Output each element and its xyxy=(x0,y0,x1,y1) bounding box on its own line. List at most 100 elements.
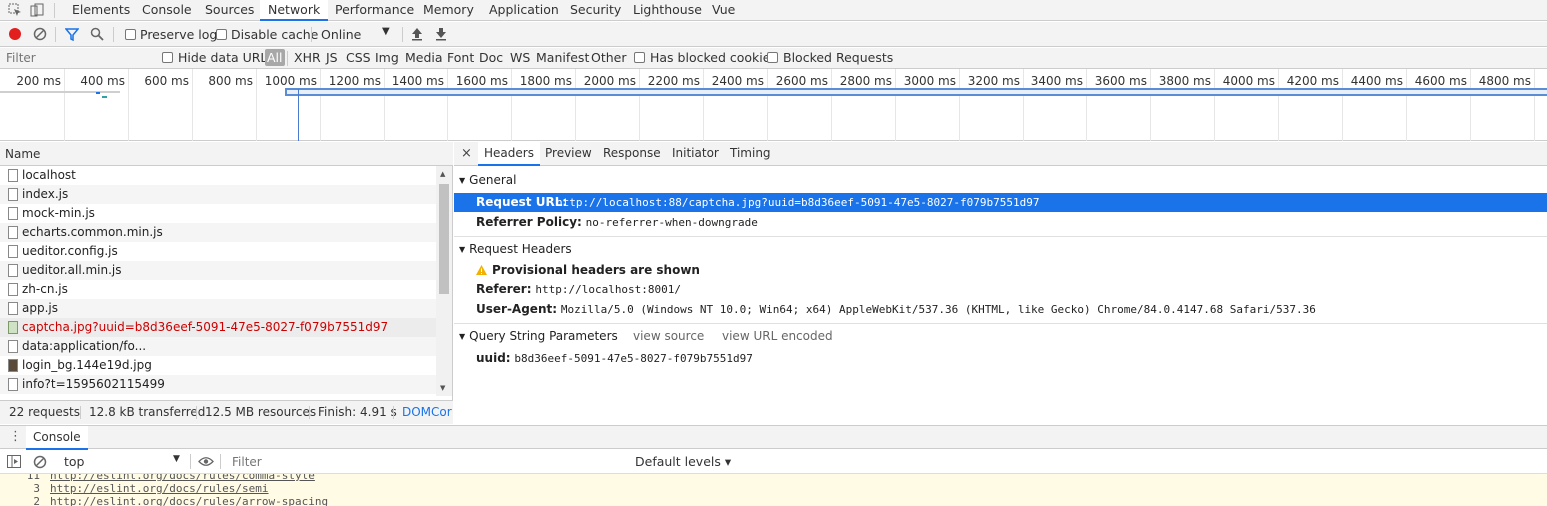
disable-cache-label: Disable cache xyxy=(231,27,319,42)
detail-tab-initiator[interactable]: Initiator xyxy=(666,142,725,166)
timeline-overview[interactable]: 200 ms 400 ms 600 ms 800 ms 1000 ms 1200 ms 14… xyxy=(0,69,1547,141)
expand-triangle-icon: ▼ xyxy=(459,245,466,254)
request-name: login_bg.144e19d.jpg xyxy=(22,358,152,372)
tab-application[interactable]: Application xyxy=(481,0,567,21)
provisional-warning-row: Provisional headers are shown xyxy=(476,263,700,277)
uuid-param-row: uuid: b8d36eef-5091-47e5-8027-f079b7551d… xyxy=(476,351,753,365)
show-sidebar-icon[interactable] xyxy=(7,455,21,468)
close-icon[interactable]: × xyxy=(461,146,472,161)
hide-data-urls-checkbox[interactable] xyxy=(162,52,173,63)
tab-lighthouse[interactable]: Lighthouse xyxy=(625,0,710,21)
filter-type-img[interactable]: Img xyxy=(375,50,399,65)
timeline-gridline xyxy=(1470,69,1471,141)
query-string-section-header[interactable]: ▼ Query String Parameters xyxy=(459,329,618,343)
request-row[interactable]: ueditor.all.min.js xyxy=(0,261,436,280)
log-levels-dropdown[interactable]: Default levels ▾ xyxy=(635,454,731,469)
scroll-down-icon[interactable]: ▼ xyxy=(440,384,445,392)
timeline-tick-label: 200 ms xyxy=(16,74,61,88)
timeline-gridline xyxy=(575,69,576,141)
filter-type-doc[interactable]: Doc xyxy=(479,50,503,65)
inspect-element-icon[interactable] xyxy=(8,3,22,17)
eslint-rule-link[interactable]: http://eslint.org/docs/rules/comma-style xyxy=(50,474,315,482)
filter-type-xhr[interactable]: XHR xyxy=(294,50,321,65)
tab-console[interactable]: Console xyxy=(134,0,200,21)
throttling-select[interactable]: Online ▼ xyxy=(316,24,396,44)
filter-icon[interactable] xyxy=(65,27,79,41)
console-output: 11 http://eslint.org/docs/rules/comma-sty… xyxy=(0,474,1547,506)
user-agent-key: User-Agent: xyxy=(476,302,558,316)
preserve-log-checkbox[interactable] xyxy=(125,29,136,40)
filter-type-other[interactable]: Other xyxy=(591,50,627,65)
request-row[interactable]: ueditor.config.js xyxy=(0,242,436,261)
request-row[interactable]: zh-cn.js xyxy=(0,280,436,299)
timeline-tick-label: 2000 ms xyxy=(583,74,636,88)
request-row[interactable]: localhost xyxy=(0,166,436,185)
view-url-encoded-link[interactable]: view URL encoded xyxy=(722,329,833,343)
request-row[interactable]: app.js xyxy=(0,299,436,318)
request-row[interactable]: captcha.jpg?uuid=b8d36eef-5091-47e5-8027… xyxy=(0,318,436,337)
drawer-menu-icon[interactable]: ⋮ xyxy=(9,429,22,444)
console-line-count: 3 xyxy=(33,482,40,495)
scrollbar-thumb[interactable] xyxy=(439,184,449,294)
drawer-tab-console[interactable]: Console xyxy=(26,426,88,450)
blocked-requests-checkbox[interactable] xyxy=(767,52,778,63)
referrer-policy-row: Referrer Policy: no-referrer-when-downgr… xyxy=(476,215,758,229)
export-har-icon[interactable] xyxy=(435,27,447,41)
document-file-icon xyxy=(8,245,18,258)
has-blocked-cookies-checkbox[interactable] xyxy=(634,52,645,63)
tab-network[interactable]: Network xyxy=(260,0,329,21)
detail-tab-response[interactable]: Response xyxy=(597,142,667,166)
request-row[interactable]: info?t=1595602115499 xyxy=(0,375,436,394)
scroll-up-icon[interactable]: ▲ xyxy=(440,170,445,178)
request-headers-section-header[interactable]: ▼ Request Headers xyxy=(459,242,572,256)
request-row[interactable]: login_bg.144e19d.jpg xyxy=(0,356,436,375)
filter-input[interactable] xyxy=(3,49,153,67)
drawer-tab-bar: ⋮ Console xyxy=(0,425,1547,450)
detail-tab-headers[interactable]: Headers xyxy=(478,142,540,166)
summary-finish: Finish: 4.91 s xyxy=(318,405,397,419)
request-row[interactable]: echarts.common.min.js xyxy=(0,223,436,242)
clear-icon[interactable] xyxy=(33,27,47,41)
timeline-tick-label: 1200 ms xyxy=(328,74,381,88)
user-agent-row: User-Agent: Mozilla/5.0 (Windows NT 10.0… xyxy=(476,302,1316,316)
clear-console-icon[interactable] xyxy=(33,455,47,469)
disable-cache-checkbox[interactable] xyxy=(216,29,227,40)
name-column-header[interactable]: Name xyxy=(0,142,453,166)
context-select[interactable]: top ▼ xyxy=(58,452,186,471)
timeline-gridline xyxy=(831,69,832,141)
console-filter-input[interactable] xyxy=(228,452,626,471)
record-icon[interactable] xyxy=(9,28,21,40)
request-row[interactable]: data:application/fo... xyxy=(0,337,436,356)
request-row[interactable]: mock-min.js xyxy=(0,204,436,223)
eslint-rule-link[interactable]: http://eslint.org/docs/rules/semi xyxy=(50,482,269,495)
tab-elements[interactable]: Elements xyxy=(64,0,138,21)
general-section-header[interactable]: ▼ General xyxy=(459,173,516,187)
search-icon[interactable] xyxy=(90,27,104,41)
tab-memory[interactable]: Memory xyxy=(415,0,482,21)
filter-type-manifest[interactable]: Manifest xyxy=(536,50,589,65)
tab-sources[interactable]: Sources xyxy=(197,0,262,21)
console-line: 2 http://eslint.org/docs/rules/arrow-spac… xyxy=(0,495,328,506)
view-source-link[interactable]: view source xyxy=(633,329,704,343)
referer-key: Referer: xyxy=(476,282,532,296)
timeline-gridline xyxy=(447,69,448,141)
filter-type-media[interactable]: Media xyxy=(405,50,443,65)
eslint-rule-link[interactable]: http://eslint.org/docs/rules/arrow-spaci… xyxy=(50,495,328,506)
tab-security[interactable]: Security xyxy=(562,0,629,21)
detail-tab-preview[interactable]: Preview xyxy=(539,142,598,166)
device-toolbar-icon[interactable] xyxy=(30,3,44,17)
filter-type-all[interactable]: All xyxy=(265,49,285,66)
import-har-icon[interactable] xyxy=(411,27,423,41)
tab-performance[interactable]: Performance xyxy=(327,0,422,21)
tab-vue[interactable]: Vue xyxy=(704,0,743,21)
filter-type-css[interactable]: CSS xyxy=(346,50,371,65)
live-expression-eye-icon[interactable] xyxy=(198,456,214,467)
timeline-gridline xyxy=(1278,69,1279,141)
request-url-row[interactable]: Request URL: http://localhost:88/captcha… xyxy=(454,193,1547,212)
referer-value: http://localhost:8001/ xyxy=(535,283,682,296)
filter-type-ws[interactable]: WS xyxy=(510,50,530,65)
detail-tab-timing[interactable]: Timing xyxy=(724,142,777,166)
filter-type-js[interactable]: JS xyxy=(326,50,338,65)
filter-type-font[interactable]: Font xyxy=(447,50,474,65)
request-row[interactable]: index.js xyxy=(0,185,436,204)
